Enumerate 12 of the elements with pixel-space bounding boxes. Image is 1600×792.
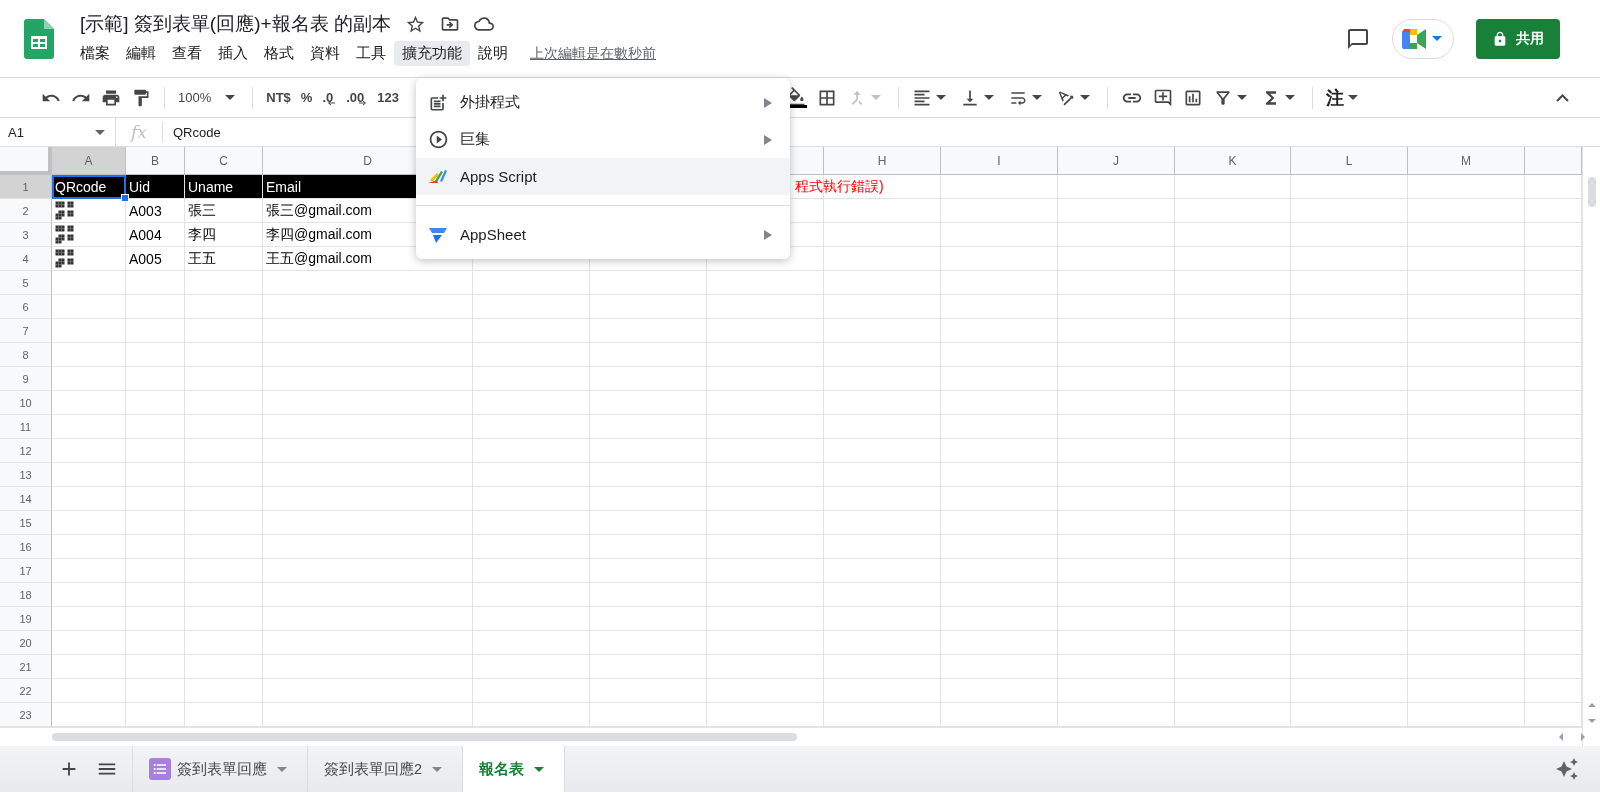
table-cell: 李四 [185,223,263,247]
table-cell: A004 [126,223,185,247]
table-cell: A005 [126,247,185,271]
table-cell: Uname [185,175,263,199]
table-cell: Uid [126,175,185,199]
error-note: 程式執行錯誤) [795,177,884,196]
fx-label: fx [116,122,163,142]
table-cell: QRcode [52,175,126,199]
cell-reference: A1 [8,124,24,140]
table-cell: A003 [126,199,185,223]
table-cell: 王五 [185,247,263,271]
table-cell: 張三 [185,199,263,223]
